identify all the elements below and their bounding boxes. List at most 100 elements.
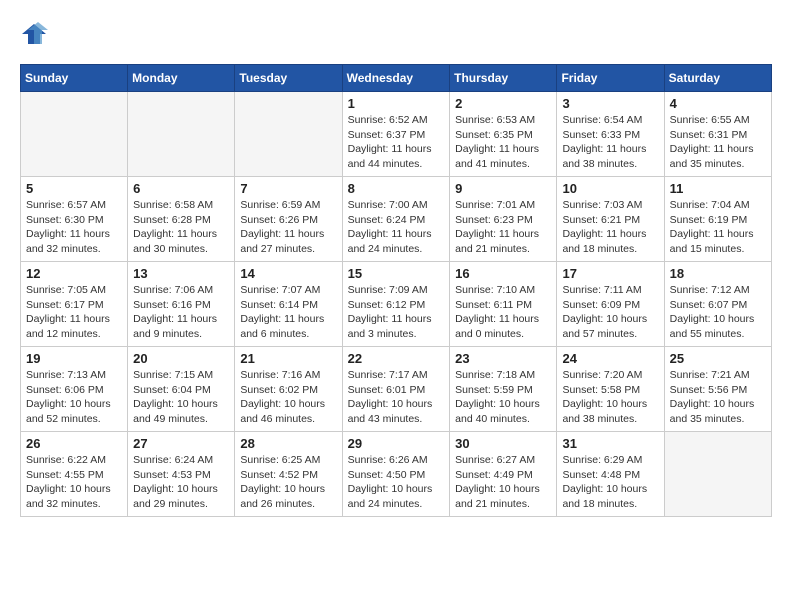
day-header-monday: Monday: [128, 65, 235, 92]
day-cell: 25 Sunrise: 7:21 AMSunset: 5:56 PMDayligh…: [664, 347, 771, 432]
day-info: Sunrise: 7:21 AMSunset: 5:56 PMDaylight:…: [670, 368, 766, 427]
day-cell: 17Sunrise: 7:11 AMSunset: 6:09 PMDayligh…: [557, 262, 664, 347]
day-cell: 24Sunrise: 7:20 AMSunset: 5:58 PMDayligh…: [557, 347, 664, 432]
day-info: Sunrise: 7:13 AMSunset: 6:06 PMDaylight:…: [26, 368, 122, 427]
day-info: Sunrise: 7:04 AMSunset: 6:19 PMDaylight:…: [670, 198, 766, 257]
day-number: 9: [455, 181, 551, 196]
day-cell: 30 Sunrise: 6:27 AMSunset: 4:49 PMDayligh…: [450, 432, 557, 517]
day-number: 2: [455, 96, 551, 111]
day-info: Sunrise: 7:07 AMSunset: 6:14 PMDaylight:…: [240, 283, 336, 342]
day-number: 26: [26, 436, 122, 451]
day-cell: 3 Sunrise: 6:54 AMSunset: 6:33 PMDaylight…: [557, 92, 664, 177]
day-info: Sunrise: 7:05 AMSunset: 6:17 PMDaylight:…: [26, 283, 122, 342]
week-row-3: 12 Sunrise: 7:05 AMSunset: 6:17 PMDayligh…: [21, 262, 772, 347]
day-info: Sunrise: 7:18 AMSunset: 5:59 PMDaylight:…: [455, 368, 551, 427]
day-header-saturday: Saturday: [664, 65, 771, 92]
day-cell: 29 Sunrise: 6:26 AMSunset: 4:50 PMDayligh…: [342, 432, 450, 517]
day-number: 10: [562, 181, 658, 196]
day-cell: 12 Sunrise: 7:05 AMSunset: 6:17 PMDayligh…: [21, 262, 128, 347]
day-number: 3: [562, 96, 658, 111]
day-info: Sunrise: 6:26 AMSunset: 4:50 PMDaylight:…: [348, 453, 445, 512]
day-cell: [664, 432, 771, 517]
day-number: 8: [348, 181, 445, 196]
day-number: 1: [348, 96, 445, 111]
day-number: 18: [670, 266, 766, 281]
day-number: 30: [455, 436, 551, 451]
calendar-table: SundayMondayTuesdayWednesdayThursdayFrid…: [20, 64, 772, 517]
day-cell: 6Sunrise: 6:58 AMSunset: 6:28 PMDaylight…: [128, 177, 235, 262]
day-info: Sunrise: 7:20 AMSunset: 5:58 PMDaylight:…: [562, 368, 658, 427]
day-cell: 14 Sunrise: 7:07 AMSunset: 6:14 PMDayligh…: [235, 262, 342, 347]
day-info: Sunrise: 6:53 AMSunset: 6:35 PMDaylight:…: [455, 113, 551, 172]
day-cell: 21Sunrise: 7:16 AMSunset: 6:02 PMDayligh…: [235, 347, 342, 432]
day-number: 13: [133, 266, 229, 281]
day-number: 21: [240, 351, 336, 366]
day-info: Sunrise: 7:10 AMSunset: 6:11 PMDaylight:…: [455, 283, 551, 342]
day-info: Sunrise: 6:59 AMSunset: 6:26 PMDaylight:…: [240, 198, 336, 257]
day-number: 7: [240, 181, 336, 196]
day-number: 28: [240, 436, 336, 451]
day-number: 22: [348, 351, 445, 366]
day-info: Sunrise: 6:27 AMSunset: 4:49 PMDaylight:…: [455, 453, 551, 512]
day-number: 4: [670, 96, 766, 111]
day-cell: 23 Sunrise: 7:18 AMSunset: 5:59 PMDayligh…: [450, 347, 557, 432]
day-number: 23: [455, 351, 551, 366]
day-cell: [21, 92, 128, 177]
day-cell: 20Sunrise: 7:15 AMSunset: 6:04 PMDayligh…: [128, 347, 235, 432]
day-info: Sunrise: 7:09 AMSunset: 6:12 PMDaylight:…: [348, 283, 445, 342]
day-info: Sunrise: 7:00 AMSunset: 6:24 PMDaylight:…: [348, 198, 445, 257]
day-cell: 27 Sunrise: 6:24 AMSunset: 4:53 PMDayligh…: [128, 432, 235, 517]
logo: [20, 20, 52, 48]
day-cell: 28 Sunrise: 6:25 AMSunset: 4:52 PMDayligh…: [235, 432, 342, 517]
day-cell: 9 Sunrise: 7:01 AMSunset: 6:23 PMDaylight…: [450, 177, 557, 262]
day-cell: 1Sunrise: 6:52 AMSunset: 6:37 PMDaylight…: [342, 92, 450, 177]
day-number: 29: [348, 436, 445, 451]
day-number: 15: [348, 266, 445, 281]
day-info: Sunrise: 6:29 AMSunset: 4:48 PMDaylight:…: [562, 453, 658, 512]
day-info: Sunrise: 7:06 AMSunset: 6:16 PMDaylight:…: [133, 283, 229, 342]
day-cell: 5Sunrise: 6:57 AMSunset: 6:30 PMDaylight…: [21, 177, 128, 262]
day-number: 27: [133, 436, 229, 451]
day-info: Sunrise: 7:12 AMSunset: 6:07 PMDaylight:…: [670, 283, 766, 342]
day-number: 19: [26, 351, 122, 366]
day-info: Sunrise: 6:24 AMSunset: 4:53 PMDaylight:…: [133, 453, 229, 512]
day-number: 14: [240, 266, 336, 281]
day-info: Sunrise: 6:55 AMSunset: 6:31 PMDaylight:…: [670, 113, 766, 172]
day-number: 11: [670, 181, 766, 196]
day-cell: 7 Sunrise: 6:59 AMSunset: 6:26 PMDaylight…: [235, 177, 342, 262]
day-cell: 31 Sunrise: 6:29 AMSunset: 4:48 PMDayligh…: [557, 432, 664, 517]
day-info: Sunrise: 6:54 AMSunset: 6:33 PMDaylight:…: [562, 113, 658, 172]
day-cell: 19 Sunrise: 7:13 AMSunset: 6:06 PMDayligh…: [21, 347, 128, 432]
day-cell: 26Sunrise: 6:22 AMSunset: 4:55 PMDayligh…: [21, 432, 128, 517]
day-cell: 2 Sunrise: 6:53 AMSunset: 6:35 PMDaylight…: [450, 92, 557, 177]
day-info: Sunrise: 7:01 AMSunset: 6:23 PMDaylight:…: [455, 198, 551, 257]
day-header-sunday: Sunday: [21, 65, 128, 92]
day-number: 31: [562, 436, 658, 451]
day-cell: [128, 92, 235, 177]
day-info: Sunrise: 6:57 AMSunset: 6:30 PMDaylight:…: [26, 198, 122, 257]
day-header-wednesday: Wednesday: [342, 65, 450, 92]
day-number: 12: [26, 266, 122, 281]
day-cell: 15 Sunrise: 7:09 AMSunset: 6:12 PMDayligh…: [342, 262, 450, 347]
day-number: 16: [455, 266, 551, 281]
week-row-4: 19 Sunrise: 7:13 AMSunset: 6:06 PMDayligh…: [21, 347, 772, 432]
day-cell: 4 Sunrise: 6:55 AMSunset: 6:31 PMDaylight…: [664, 92, 771, 177]
week-row-5: 26Sunrise: 6:22 AMSunset: 4:55 PMDayligh…: [21, 432, 772, 517]
day-cell: 11 Sunrise: 7:04 AMSunset: 6:19 PMDayligh…: [664, 177, 771, 262]
day-info: Sunrise: 6:58 AMSunset: 6:28 PMDaylight:…: [133, 198, 229, 257]
day-number: 25: [670, 351, 766, 366]
day-cell: [235, 92, 342, 177]
day-cell: 22Sunrise: 7:17 AMSunset: 6:01 PMDayligh…: [342, 347, 450, 432]
day-cell: 10Sunrise: 7:03 AMSunset: 6:21 PMDayligh…: [557, 177, 664, 262]
week-row-1: 1Sunrise: 6:52 AMSunset: 6:37 PMDaylight…: [21, 92, 772, 177]
week-row-2: 5Sunrise: 6:57 AMSunset: 6:30 PMDaylight…: [21, 177, 772, 262]
day-cell: 8 Sunrise: 7:00 AMSunset: 6:24 PMDaylight…: [342, 177, 450, 262]
day-info: Sunrise: 6:25 AMSunset: 4:52 PMDaylight:…: [240, 453, 336, 512]
page-header: [20, 20, 772, 48]
day-header-thursday: Thursday: [450, 65, 557, 92]
day-info: Sunrise: 7:15 AMSunset: 6:04 PMDaylight:…: [133, 368, 229, 427]
day-info: Sunrise: 7:11 AMSunset: 6:09 PMDaylight:…: [562, 283, 658, 342]
day-header-tuesday: Tuesday: [235, 65, 342, 92]
calendar-header-row: SundayMondayTuesdayWednesdayThursdayFrid…: [21, 65, 772, 92]
day-cell: 16 Sunrise: 7:10 AMSunset: 6:11 PMDayligh…: [450, 262, 557, 347]
